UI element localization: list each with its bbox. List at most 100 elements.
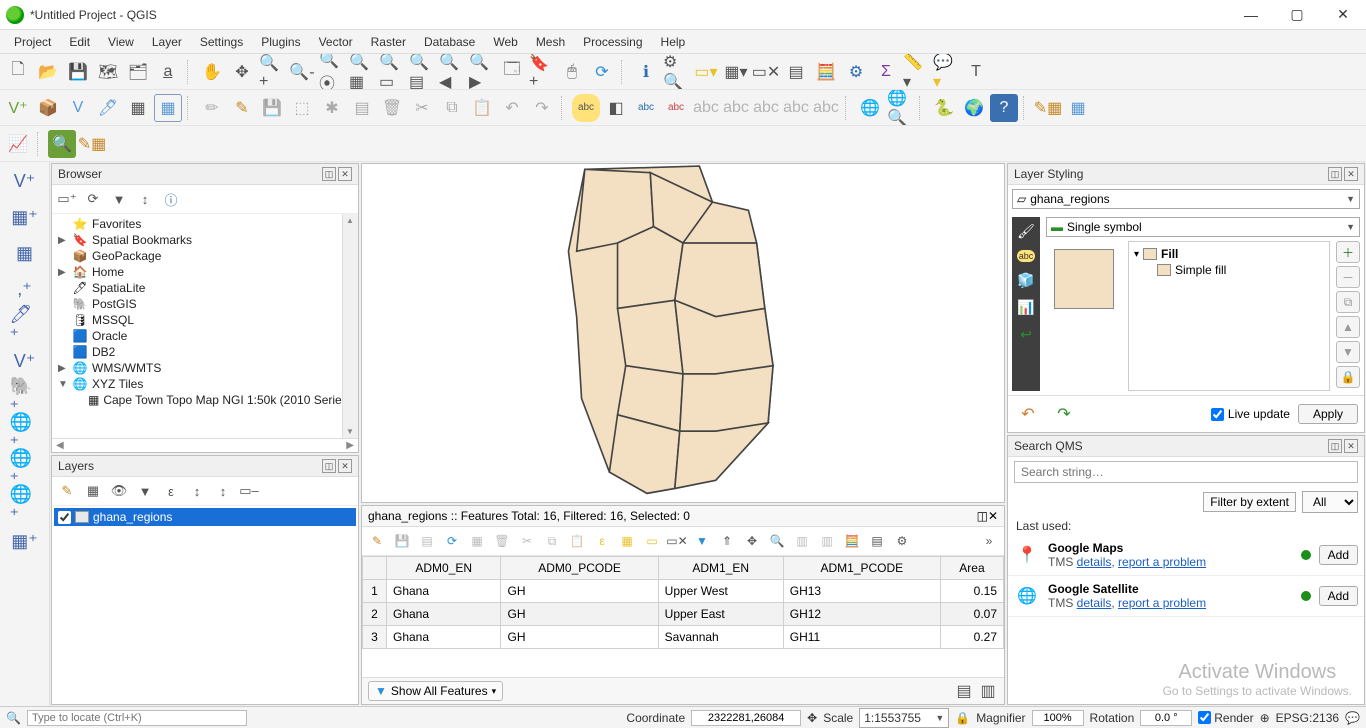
new-bookmark-icon[interactable]: 🔖+ xyxy=(528,58,556,86)
label-tool-icon[interactable]: abc xyxy=(632,94,660,122)
menu-plugins[interactable]: Plugins xyxy=(253,33,308,51)
attr-expr-select-icon[interactable]: ε xyxy=(591,530,613,552)
style-manager-icon[interactable]: a̲ xyxy=(154,58,182,86)
menu-layer[interactable]: Layer xyxy=(144,33,190,51)
layers-dock-icon[interactable]: ◫ xyxy=(322,459,336,473)
styling-redo-icon[interactable]: ↷ xyxy=(1050,400,1078,428)
menu-project[interactable]: Project xyxy=(6,33,59,51)
attr-calc-icon[interactable]: 🧮 xyxy=(841,530,863,552)
attr-dock-icon[interactable]: ◫ xyxy=(977,509,988,523)
attr-delete-icon[interactable]: 🗑 xyxy=(491,530,513,552)
browser-add-icon[interactable]: ▭⁺ xyxy=(56,188,78,210)
open-project-icon[interactable]: 📂 xyxy=(34,58,62,86)
col-area[interactable]: Area xyxy=(940,557,1003,580)
menu-settings[interactable]: Settings xyxy=(192,33,251,51)
scale-combo[interactable]: 1:1553755▼ xyxy=(859,708,949,728)
browser-item[interactable]: 📦GeoPackage xyxy=(56,248,338,264)
attr-pan-to-icon[interactable]: ✥ xyxy=(741,530,763,552)
col-adm0-en[interactable]: ADM0_EN xyxy=(387,557,501,580)
lock-symbol-button[interactable]: ▲ xyxy=(1336,316,1360,338)
epsg-label[interactable]: EPSG:2136 xyxy=(1276,711,1339,725)
quick-osm-icon[interactable]: 🔍 xyxy=(48,130,76,158)
modify-attrs-icon[interactable]: ▤ xyxy=(348,94,376,122)
attr-saveedits-icon[interactable]: ▤ xyxy=(416,530,438,552)
web-icon[interactable]: 🌐 xyxy=(856,94,884,122)
labels-tab-icon[interactable]: abc xyxy=(1017,250,1036,262)
coord-input[interactable] xyxy=(691,710,801,726)
add-spatialite-icon[interactable]: 🖊⁺ xyxy=(10,310,40,340)
attribute-table[interactable]: ADM0_EN ADM0_PCODE ADM1_EN ADM1_PCODE Ar… xyxy=(362,556,1004,649)
col-adm1-pcode[interactable]: ADM1_PCODE xyxy=(783,557,940,580)
attr-close-icon[interactable]: ✕ xyxy=(988,509,998,523)
close-button[interactable]: ✕ xyxy=(1320,0,1366,30)
browser-refresh-icon[interactable]: ⟳ xyxy=(82,188,104,210)
layers-filter-icon[interactable]: ▼ xyxy=(134,480,156,502)
diagrams-tab-icon[interactable]: 📊 xyxy=(1017,299,1034,316)
details-link[interactable]: details xyxy=(1077,555,1112,569)
new-map-view-icon[interactable]: 🗔 xyxy=(498,58,526,86)
layers-expand-icon[interactable]: ↕ xyxy=(186,480,208,502)
layer-visibility-checkbox[interactable] xyxy=(58,511,71,524)
add-vector-layer-icon[interactable]: V⁺ xyxy=(10,166,40,196)
select-features-icon[interactable]: ▭▾ xyxy=(692,58,720,86)
attr-more-icon[interactable]: » xyxy=(978,530,1000,552)
zoom-native-icon[interactable]: 🔍⦿ xyxy=(318,58,346,86)
label-rotate-icon[interactable]: abc xyxy=(752,94,780,122)
menu-raster[interactable]: Raster xyxy=(363,33,414,51)
layout-manager-icon[interactable]: 🗂 xyxy=(124,58,152,86)
add-delimited-icon[interactable]: ,⁺ xyxy=(10,274,40,304)
col-adm0-pcode[interactable]: ADM0_PCODE xyxy=(501,557,658,580)
menu-vector[interactable]: Vector xyxy=(311,33,361,51)
attr-cond-format-icon[interactable]: ▤ xyxy=(866,530,888,552)
render-checkbox[interactable]: Render xyxy=(1198,711,1253,725)
magnifier-input[interactable] xyxy=(1032,710,1084,726)
locator-input[interactable] xyxy=(27,710,247,726)
qms-all-select[interactable]: All xyxy=(1302,491,1358,513)
temporal-icon[interactable]: 🖱 xyxy=(558,58,586,86)
lock-icon[interactable]: 🔒 xyxy=(955,711,970,725)
label-move-icon[interactable]: abc xyxy=(722,94,750,122)
label-pin-icon[interactable]: abc xyxy=(692,94,720,122)
layers-collapse-icon[interactable]: ↕ xyxy=(212,480,234,502)
extents-icon[interactable]: ✥ xyxy=(807,711,817,725)
attr-select-all-icon[interactable]: ▦ xyxy=(616,530,638,552)
crs-icon[interactable]: ⊕ xyxy=(1260,711,1270,725)
add-raster-layer-icon[interactable]: ▦⁺ xyxy=(10,202,40,232)
help-icon[interactable]: ? xyxy=(990,94,1018,122)
styling-dock-icon[interactable]: ◫ xyxy=(1328,167,1342,181)
deselect-icon[interactable]: ▭✕ xyxy=(752,58,780,86)
open-attr-table-icon[interactable]: ▤ xyxy=(782,58,810,86)
apply-button[interactable]: Apply xyxy=(1298,404,1358,424)
text-annotation-icon[interactable]: T xyxy=(962,58,990,86)
new-virtual-icon[interactable]: ▦ xyxy=(154,94,182,122)
browser-item[interactable]: 🐘PostGIS xyxy=(56,296,338,312)
browser-close-icon[interactable]: ✕ xyxy=(338,167,352,181)
browser-props-icon[interactable]: ⓘ xyxy=(160,188,182,210)
attr-copy-icon[interactable]: ⧉ xyxy=(541,530,563,552)
table-row[interactable]: 2GhanaGHUpper EastGH120.07 xyxy=(363,603,1004,626)
table-row[interactable]: 1GhanaGHUpper WestGH130.15 xyxy=(363,580,1004,603)
attr-zoom-to-icon[interactable]: 🔍 xyxy=(766,530,788,552)
layers-visibility-icon[interactable]: 👁 xyxy=(108,480,130,502)
menu-processing[interactable]: Processing xyxy=(575,33,650,51)
layers-remove-icon[interactable]: ▭‒ xyxy=(238,480,260,502)
styling-undo-icon[interactable]: ↶ xyxy=(1014,400,1042,428)
attr-filter-icon[interactable]: ▼ xyxy=(691,530,713,552)
label-change-icon[interactable]: abc xyxy=(782,94,810,122)
attr-reload-icon[interactable]: ⟳ xyxy=(441,530,463,552)
remove-symbol-button[interactable]: － xyxy=(1336,266,1360,288)
styling-close-icon[interactable]: ✕ xyxy=(1344,167,1358,181)
toolbox-icon[interactable]: ⚙ xyxy=(842,58,870,86)
quick-osm2-icon[interactable]: ✎▦ xyxy=(78,130,106,158)
col-adm1-en[interactable]: ADM1_EN xyxy=(658,557,783,580)
add-wfs-icon[interactable]: 🌐⁺ xyxy=(10,490,40,520)
profile-tool-icon[interactable]: 📈 xyxy=(4,130,32,158)
menu-mesh[interactable]: Mesh xyxy=(528,33,573,51)
attr-cut-icon[interactable]: ✂ xyxy=(516,530,538,552)
copy-icon[interactable]: ⧉ xyxy=(438,94,466,122)
field-calc-icon[interactable]: 🧮 xyxy=(812,58,840,86)
zoom-last-icon[interactable]: 🔍◀ xyxy=(438,58,466,86)
browser-filter-icon[interactable]: ▼ xyxy=(108,188,130,210)
report-link[interactable]: report a problem xyxy=(1118,555,1206,569)
pan-to-selection-icon[interactable]: ✥ xyxy=(228,58,256,86)
